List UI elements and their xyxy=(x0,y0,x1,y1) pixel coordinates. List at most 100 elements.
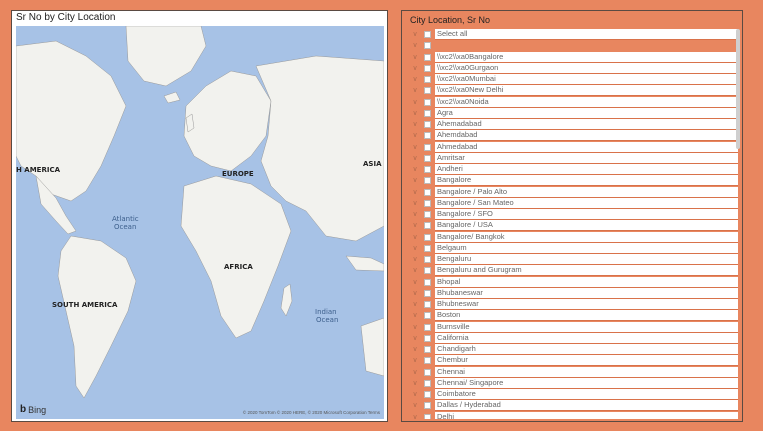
chevron-down-icon[interactable]: ∨ xyxy=(410,243,420,254)
chevron-down-icon[interactable]: ∨ xyxy=(410,412,420,419)
checkbox[interactable] xyxy=(424,402,431,410)
slicer-item[interactable]: ∨ \\xc2\\xa0Mumbai xyxy=(408,74,738,86)
chevron-down-icon[interactable]: ∨ xyxy=(410,232,420,243)
checkbox[interactable] xyxy=(424,143,431,151)
chevron-down-icon[interactable]: ∨ xyxy=(410,198,420,209)
checkbox[interactable] xyxy=(424,42,431,50)
slicer-item[interactable]: ∨ Bengaluru and Gurugram xyxy=(408,265,738,277)
slicer-item[interactable]: ∨ California xyxy=(408,332,738,344)
slicer-item[interactable]: ∨ Bangalore/ Bangkok xyxy=(408,231,738,243)
slicer-item[interactable]: ∨ Belgaum xyxy=(408,242,738,254)
checkbox[interactable] xyxy=(424,76,431,84)
slicer-select-all[interactable]: ∨ Select all xyxy=(408,29,738,41)
map-visual[interactable]: Sr No by City Location H AMERICA EUROPE … xyxy=(11,10,388,422)
slicer-item[interactable]: ∨ Chennai xyxy=(408,366,738,378)
checkbox[interactable] xyxy=(424,413,431,419)
map-attribution[interactable]: © 2020 TomTom © 2020 HERE, © 2020 Micros… xyxy=(243,410,380,415)
checkbox[interactable] xyxy=(424,346,431,354)
world-map[interactable]: H AMERICA EUROPE ASIA AFRICA SOUTH AMERI… xyxy=(16,26,384,419)
slicer-item[interactable]: ∨ Bangalore xyxy=(408,175,738,187)
chevron-down-icon[interactable]: ∨ xyxy=(410,119,420,130)
checkbox[interactable] xyxy=(424,334,431,342)
chevron-down-icon[interactable]: ∨ xyxy=(410,209,420,220)
checkbox[interactable] xyxy=(424,109,431,117)
checkbox[interactable] xyxy=(424,211,431,219)
slicer-item[interactable]: ∨ \\xc2\\xa0Gurgaon xyxy=(408,62,738,74)
slicer-item[interactable]: ∨ Andheri xyxy=(408,164,738,176)
chevron-down-icon[interactable]: ∨ xyxy=(410,355,420,366)
slicer-item[interactable]: ∨ Amritsar xyxy=(408,152,738,164)
slicer-item[interactable]: ∨ Bangalore / USA xyxy=(408,220,738,232)
checkbox[interactable] xyxy=(424,121,431,129)
slicer-item[interactable]: ∨ Delhi xyxy=(408,411,738,419)
checkbox[interactable] xyxy=(424,53,431,61)
checkbox[interactable] xyxy=(424,87,431,95)
chevron-down-icon[interactable]: ∨ xyxy=(410,310,420,321)
slicer-item[interactable]: ∨ Chembur xyxy=(408,355,738,367)
checkbox[interactable] xyxy=(424,199,431,207)
checkbox[interactable] xyxy=(424,154,431,162)
chevron-down-icon[interactable]: ∨ xyxy=(410,175,420,186)
map-canvas[interactable]: H AMERICA EUROPE ASIA AFRICA SOUTH AMERI… xyxy=(16,26,384,419)
chevron-down-icon[interactable]: ∨ xyxy=(410,63,420,74)
slicer-item[interactable]: ∨ Dallas / Hyderabad xyxy=(408,400,738,412)
checkbox[interactable] xyxy=(424,31,431,39)
chevron-down-icon[interactable]: ∨ xyxy=(410,277,420,288)
checkbox[interactable] xyxy=(424,188,431,196)
chevron-down-icon[interactable]: ∨ xyxy=(410,85,420,96)
slicer-item[interactable]: ∨ Bhopal xyxy=(408,276,738,288)
chevron-down-icon[interactable]: ∨ xyxy=(410,153,420,164)
chevron-down-icon[interactable]: ∨ xyxy=(410,333,420,344)
checkbox[interactable] xyxy=(424,312,431,320)
checkbox[interactable] xyxy=(424,278,431,286)
checkbox[interactable] xyxy=(424,323,431,331)
checkbox[interactable] xyxy=(424,233,431,241)
checkbox[interactable] xyxy=(424,98,431,106)
slicer-item[interactable]: ∨ Boston xyxy=(408,310,738,322)
checkbox[interactable] xyxy=(424,64,431,72)
slicer-item[interactable]: ∨ Bangalore / Palo Alto xyxy=(408,186,738,198)
slicer-item[interactable]: ∨ Ahemadabad xyxy=(408,119,738,131)
slicer-item[interactable]: ∨ Chandigarh xyxy=(408,344,738,356)
checkbox[interactable] xyxy=(424,391,431,399)
chevron-down-icon[interactable]: ∨ xyxy=(410,288,420,299)
slicer-item[interactable]: ∨ Bangalore / SFO xyxy=(408,209,738,221)
checkbox[interactable] xyxy=(424,222,431,230)
slicer-scrollbar[interactable] xyxy=(736,29,740,149)
slicer-item[interactable]: ∨ \\xc2\\xa0New Delhi xyxy=(408,85,738,97)
checkbox[interactable] xyxy=(424,357,431,365)
checkbox[interactable] xyxy=(424,244,431,252)
slicer-item[interactable]: ∨ Ahemdabad xyxy=(408,130,738,142)
chevron-down-icon[interactable]: ∨ xyxy=(410,187,420,198)
checkbox[interactable] xyxy=(424,301,431,309)
checkbox[interactable] xyxy=(424,166,431,174)
slicer-item[interactable]: ∨ Bangalore / San Mateo xyxy=(408,197,738,209)
chevron-down-icon[interactable]: ∨ xyxy=(410,74,420,85)
slicer-item[interactable]: ∨ Coimbatore xyxy=(408,389,738,401)
checkbox[interactable] xyxy=(424,132,431,140)
chevron-down-icon[interactable]: ∨ xyxy=(410,97,420,108)
chevron-down-icon[interactable]: ∨ xyxy=(410,265,420,276)
slicer-item[interactable]: ∨ \\xc2\\xa0Noida xyxy=(408,96,738,108)
checkbox[interactable] xyxy=(424,289,431,297)
slicer-item[interactable]: ∨ Bengaluru xyxy=(408,254,738,266)
city-slicer[interactable]: City Location, Sr No ∨ Select all ∨ ∨ \\xc2\… xyxy=(401,10,743,422)
checkbox[interactable] xyxy=(424,379,431,387)
chevron-down-icon[interactable]: ∨ xyxy=(410,40,420,51)
slicer-item[interactable]: ∨ xyxy=(408,40,738,51)
chevron-down-icon[interactable]: ∨ xyxy=(410,344,420,355)
chevron-down-icon[interactable]: ∨ xyxy=(410,389,420,400)
slicer-item[interactable]: ∨ Burnsville xyxy=(408,321,738,333)
chevron-down-icon[interactable]: ∨ xyxy=(410,220,420,231)
chevron-down-icon[interactable]: ∨ xyxy=(410,142,420,153)
slicer-item[interactable]: ∨ Ahmedabad xyxy=(408,141,738,153)
checkbox[interactable] xyxy=(424,267,431,275)
chevron-down-icon[interactable]: ∨ xyxy=(410,299,420,310)
chevron-down-icon[interactable]: ∨ xyxy=(410,130,420,141)
checkbox[interactable] xyxy=(424,368,431,376)
checkbox[interactable] xyxy=(424,256,431,264)
chevron-down-icon[interactable]: ∨ xyxy=(410,400,420,411)
chevron-down-icon[interactable]: ∨ xyxy=(410,367,420,378)
chevron-down-icon[interactable]: ∨ xyxy=(410,29,420,40)
chevron-down-icon[interactable]: ∨ xyxy=(410,52,420,63)
